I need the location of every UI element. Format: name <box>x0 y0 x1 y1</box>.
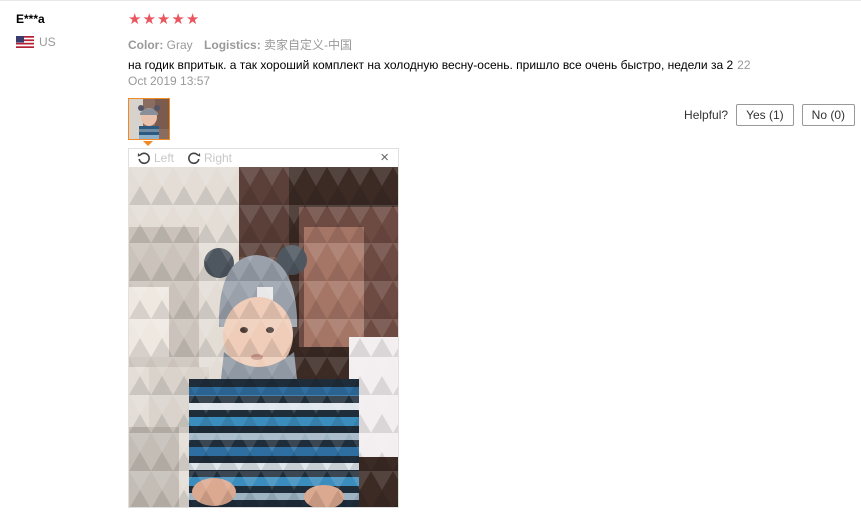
photo-viewer: Left Right × <box>128 148 399 508</box>
rotate-left-icon <box>137 152 150 165</box>
close-icon[interactable]: × <box>380 150 389 166</box>
photo-image <box>129 167 398 507</box>
color-value: Gray <box>166 38 193 52</box>
helpful-no-button[interactable]: No (0) <box>801 104 855 126</box>
divider <box>0 0 861 1</box>
review-date: Oct 2019 13:57 <box>128 74 211 88</box>
star-icon: ★ <box>185 11 200 28</box>
order-attributes: Color: Gray Logistics: 卖家自定义-中国 <box>128 36 360 53</box>
buyer-country: US <box>16 35 56 49</box>
rotate-right-label: Right <box>204 151 233 165</box>
star-icon: ★ <box>171 11 185 28</box>
rotate-left-button[interactable]: Left <box>137 151 174 165</box>
review-photo-thumbnail[interactable] <box>128 98 170 140</box>
logistics-value: 卖家自定义-中国 <box>264 38 353 52</box>
helpful-votes: Helpful? Yes (1) No (0) <box>684 104 855 126</box>
viewer-toolbar: Left Right × <box>129 149 398 167</box>
country-code: US <box>39 35 56 49</box>
us-flag-icon <box>16 36 34 48</box>
thumbnail-caret <box>143 141 153 146</box>
star-rating: ★ ★ ★ ★ ★ <box>128 12 199 27</box>
review-extra: 22 <box>737 58 751 72</box>
rotate-left-label: Left <box>154 151 175 165</box>
star-icon: ★ <box>142 11 156 28</box>
star-icon: ★ <box>128 11 142 28</box>
review-photo-large <box>129 167 398 507</box>
helpful-label: Helpful? <box>684 108 729 122</box>
color-label: Color: <box>128 38 164 52</box>
thumbnail-image <box>129 99 169 139</box>
review-body: на годик впритык. а так хороший комплект… <box>128 58 751 72</box>
buyer-name: E***a <box>16 12 45 26</box>
star-icon: ★ <box>156 11 171 28</box>
review-text: на годик впритык. а так хороший комплект… <box>128 58 734 72</box>
rotate-right-icon <box>188 152 201 165</box>
rotate-right-button[interactable]: Right <box>187 151 232 165</box>
logistics-label: Logistics: <box>204 38 261 52</box>
helpful-yes-button[interactable]: Yes (1) <box>736 104 794 126</box>
